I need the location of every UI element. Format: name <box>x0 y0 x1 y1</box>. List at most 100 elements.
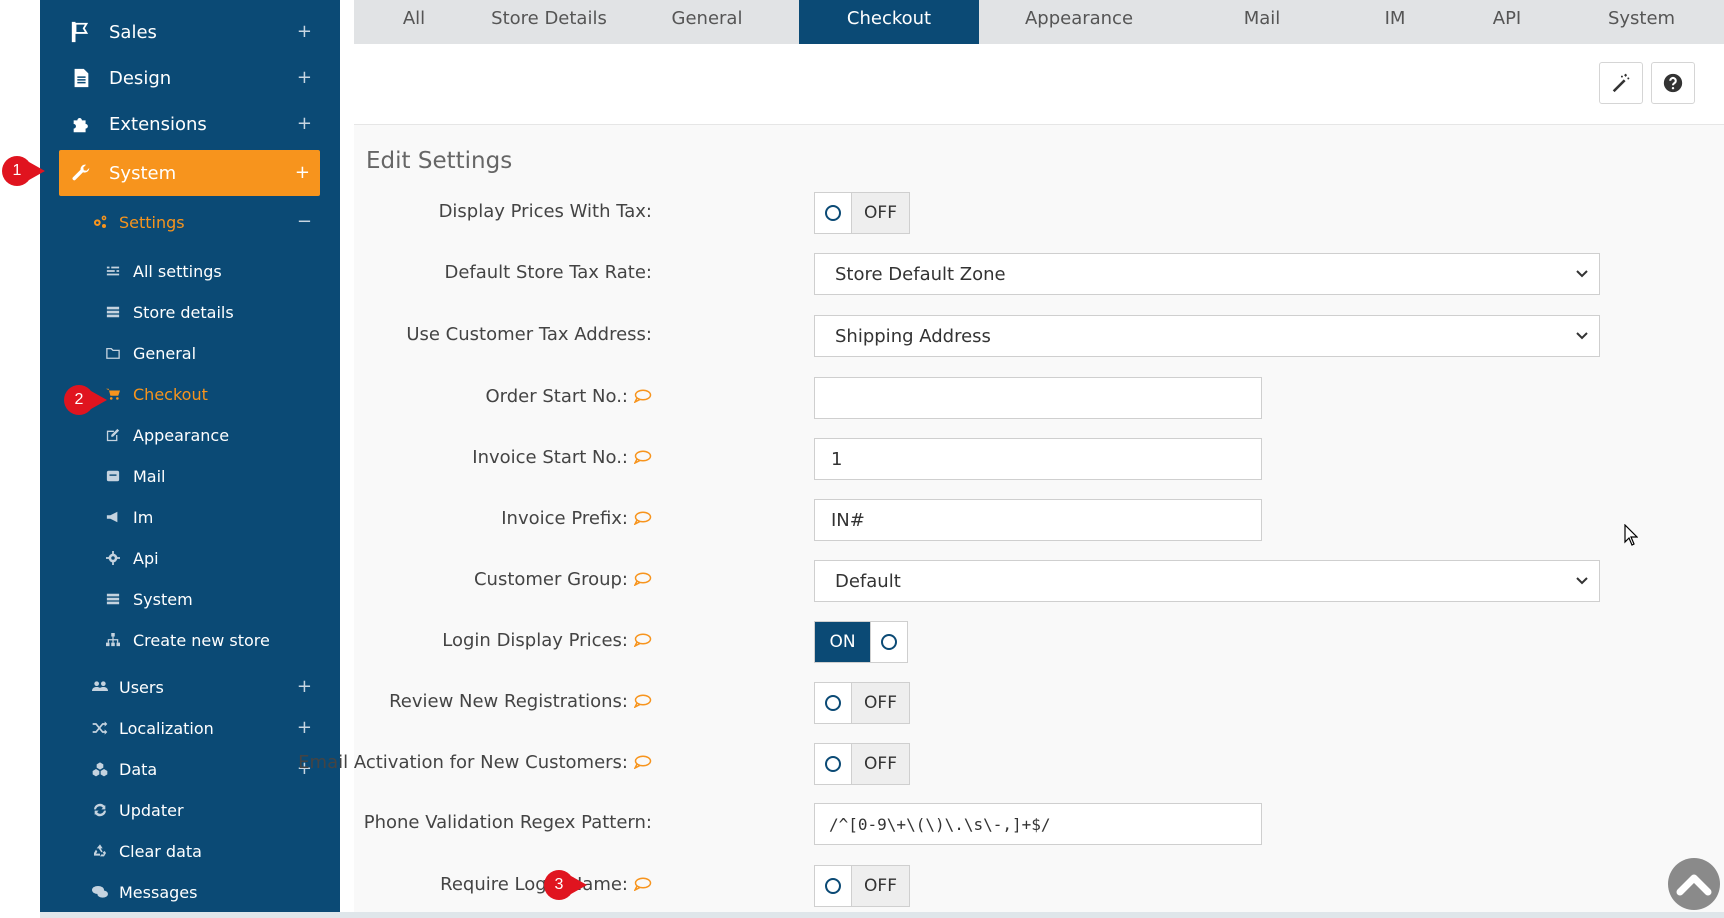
help-button[interactable] <box>1651 62 1695 104</box>
sidebar-item-all-settings[interactable]: All settings <box>40 253 340 289</box>
panel-toolbar <box>354 44 1724 125</box>
annotation-marker: 3 <box>544 870 587 900</box>
sidebar-item-users[interactable]: Users + <box>40 669 340 705</box>
expand-icon[interactable]: + <box>297 678 312 696</box>
collapse-icon[interactable]: − <box>297 213 312 231</box>
tab-mail[interactable]: Mail <box>1179 0 1345 44</box>
sidebar-item-updater[interactable]: Updater <box>40 792 340 828</box>
customer-group-select[interactable]: Default <box>814 560 1600 602</box>
comment-icon <box>634 572 652 586</box>
scroll-to-top-button[interactable] <box>1668 858 1720 910</box>
settings-panel: Edit Settings Display Prices With Tax: O… <box>298 44 1724 912</box>
sidebar-item-api[interactable]: Api <box>40 540 340 576</box>
edit-icon <box>106 428 120 442</box>
sidebar-item-localization[interactable]: Localization + <box>40 710 340 746</box>
default-store-tax-rate-label: Default Store Tax Rate: <box>444 262 652 283</box>
quick-settings-button[interactable] <box>1599 62 1643 104</box>
refresh-icon <box>94 803 106 817</box>
sidebar-item-label: Clear data <box>119 841 202 861</box>
expand-icon[interactable]: + <box>297 115 312 133</box>
sidebar-item-data[interactable]: Data + <box>40 751 340 787</box>
tab-api[interactable]: API <box>1445 0 1569 44</box>
sidebar-item-messages[interactable]: Messages <box>40 874 340 910</box>
toggle-knob <box>815 744 851 784</box>
comment-icon <box>634 694 652 708</box>
require-login-name-toggle[interactable]: OFF <box>814 865 910 907</box>
expand-icon[interactable]: + <box>297 719 312 737</box>
gutter <box>340 0 354 918</box>
toggle-knob <box>815 683 851 723</box>
sidebar-item-label: Design <box>109 67 172 89</box>
chevron-down-icon <box>1576 270 1588 278</box>
toggle-state: OFF <box>851 866 909 906</box>
sidebar-item-settings[interactable]: Settings − <box>40 204 340 240</box>
puzzle-icon <box>73 118 88 133</box>
login-display-prices-toggle[interactable]: ON <box>814 621 908 663</box>
email-activation-label: Email Activation for New Customers: <box>298 751 652 775</box>
sidebar-item-clear-data[interactable]: Clear data <box>40 833 340 869</box>
review-new-registrations-toggle[interactable]: OFF <box>814 682 910 724</box>
expand-icon[interactable]: + <box>297 23 312 41</box>
tab-appearance[interactable]: Appearance <box>979 0 1179 44</box>
folder-icon <box>106 347 120 359</box>
sidebar-item-label: Im <box>133 507 154 527</box>
tab-general[interactable]: General <box>624 0 790 44</box>
display-prices-with-tax-toggle[interactable]: OFF <box>814 192 910 234</box>
order-start-no-label: Order Start No.: <box>485 385 652 409</box>
sidebar-item-appearance[interactable]: Appearance <box>40 417 340 453</box>
wrench-icon <box>72 164 90 181</box>
sidebar-item-create-new-store[interactable]: Create new store <box>40 622 340 658</box>
users-icon <box>92 681 108 691</box>
expand-icon[interactable]: + <box>297 69 312 87</box>
sidebar-item-mail[interactable]: Mail <box>40 458 340 494</box>
server-icon <box>106 593 120 605</box>
comment-icon <box>634 511 652 525</box>
sidebar-item-label: General <box>133 343 197 363</box>
sidebar-item-store-details[interactable]: Store details <box>40 294 340 330</box>
bottom-strip <box>40 912 1724 918</box>
toggle-state: OFF <box>851 193 909 233</box>
sidebar-item-label: Users <box>119 677 164 697</box>
use-customer-tax-address-select[interactable]: Shipping Address <box>814 315 1600 357</box>
sliders-icon <box>106 265 120 276</box>
tab-checkout[interactable]: Checkout <box>799 0 979 44</box>
megaphone-icon <box>106 511 118 523</box>
sidebar-item-sales[interactable]: Sales + <box>40 9 340 55</box>
comments-icon <box>92 886 108 898</box>
tab-store-details[interactable]: Store Details <box>474 0 624 44</box>
default-store-tax-rate-select[interactable]: Store Default Zone <box>814 253 1600 295</box>
sidebar-item-label: Settings <box>119 212 185 232</box>
invoice-prefix-input[interactable]: IN# <box>814 499 1262 541</box>
sidebar-item-im[interactable]: Im <box>40 499 340 535</box>
expand-icon[interactable]: + <box>295 164 310 182</box>
sidebar-item-label: Mail <box>133 466 166 486</box>
tab-all[interactable]: All <box>354 0 474 44</box>
sidebar-item-label: Extensions <box>109 113 207 135</box>
sidebar-item-system[interactable]: System + <box>59 150 320 196</box>
phone-regex-input[interactable]: /^[0-9\+\(\)\.\s\-,]+$/ <box>814 803 1262 845</box>
invoice-start-no-input[interactable]: 1 <box>814 438 1262 480</box>
chevron-down-icon <box>1576 577 1588 585</box>
sidebar-item-label: Api <box>133 548 159 568</box>
select-value: Shipping Address <box>835 325 991 347</box>
sidebar-item-design[interactable]: Design + <box>40 55 340 101</box>
comment-icon <box>634 450 652 464</box>
sidebar-item-system-sub[interactable]: System <box>40 581 340 617</box>
tab-im[interactable]: IM <box>1345 0 1445 44</box>
tab-system[interactable]: System <box>1569 0 1714 44</box>
cart-icon <box>106 388 120 400</box>
shuffle-icon <box>92 721 108 735</box>
review-new-registrations-label: Review New Registrations: <box>389 690 652 714</box>
sidebar-item-label: Store details <box>133 302 234 322</box>
order-start-no-input[interactable] <box>814 377 1262 419</box>
sidebar-item-general[interactable]: General <box>40 335 340 371</box>
gears-icon <box>94 215 107 228</box>
toggle-state: OFF <box>851 744 909 784</box>
toggle-state: ON <box>815 622 871 662</box>
question-circle-icon <box>1663 73 1683 93</box>
email-activation-toggle[interactable]: OFF <box>814 743 910 785</box>
panel-title: Edit Settings <box>366 148 513 174</box>
toggle-knob <box>815 193 851 233</box>
sidebar-item-label: System <box>133 589 193 609</box>
sidebar-item-extensions[interactable]: Extensions + <box>40 101 340 147</box>
